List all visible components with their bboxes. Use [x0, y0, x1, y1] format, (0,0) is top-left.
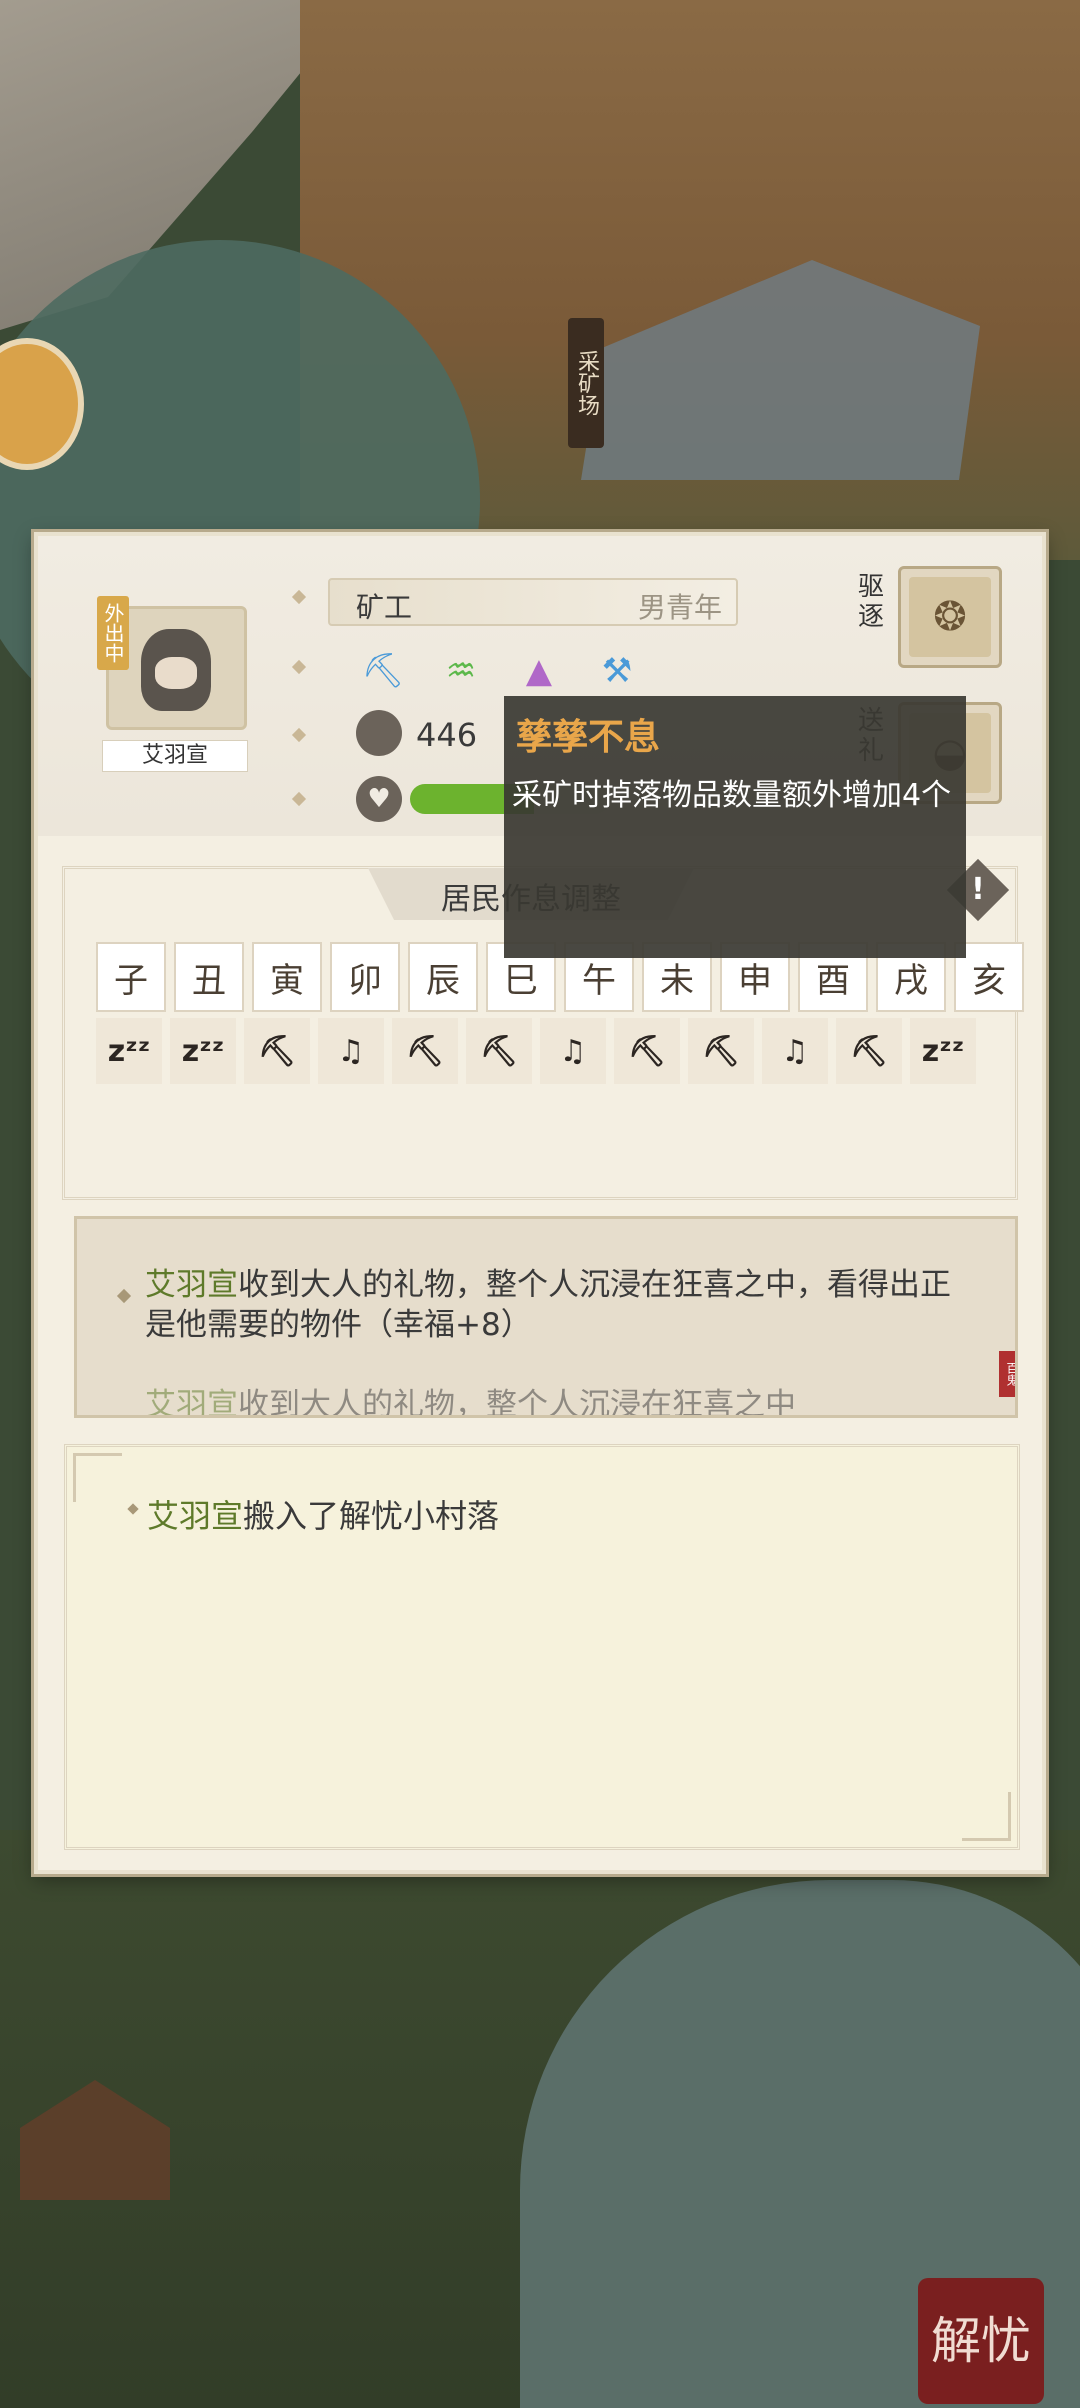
log-entry-text: 搬入了解忧小村落 — [243, 1497, 500, 1535]
tooltip-description: 采矿时掉落物品数量额外增加4个 — [512, 778, 952, 813]
mine-activity-icon[interactable]: ⛏ — [466, 1018, 532, 1084]
hour-cell: 寅 — [252, 942, 322, 1012]
job-bar: 矿工 男青年 — [328, 578, 738, 626]
frame-corner — [73, 1453, 122, 1502]
log-entry-text: 收到大人的礼物，整个人沉浸在狂喜之中，看得出正是他需要的物件（幸福+8） — [145, 1267, 951, 1343]
history-log[interactable]: 艾羽宣搬入了解忧小村落 — [64, 1444, 1020, 1850]
hour-cell: 丑 — [174, 942, 244, 1012]
resident-panel: 外出中 艾羽宣 矿工 男青年 ⛏ ♒ ▲ ⚒ 446 ♥ 驱逐 ❂ 送礼 ◒ 孳… — [34, 532, 1046, 1874]
activity-row: zᶻᶻ zᶻᶻ ⛏ ♫ ⛏ ⛏ ♫ ⛏ ⛏ ♫ ⛏ zᶻᶻ — [96, 1018, 976, 1084]
sleep-activity-icon[interactable]: zᶻᶻ — [96, 1018, 162, 1084]
expel-button[interactable]: ❂ — [898, 566, 1002, 668]
jieyou-seal-button[interactable]: 解忧 — [918, 2278, 1044, 2404]
tooltip-title: 孳孳不息 — [516, 717, 661, 758]
ore-count: 446 — [416, 716, 478, 754]
hour-cell: 辰 — [408, 942, 478, 1012]
mine-activity-icon[interactable]: ⛏ — [614, 1018, 680, 1084]
trait-icons: ⛏ ♒ ▲ ⚒ — [356, 646, 644, 696]
recent-log[interactable]: 艾羽宣收到大人的礼物，整个人沉浸在狂喜之中，看得出正是他需要的物件（幸福+8） … — [74, 1216, 1018, 1418]
mine-activity-icon[interactable]: ⛏ — [836, 1018, 902, 1084]
hour-cell: 子 — [96, 942, 166, 1012]
broom-icon: ❂ — [909, 577, 991, 657]
sleep-activity-icon[interactable]: zᶻᶻ — [910, 1018, 976, 1084]
log-entry-text: 收到大人的礼物，整个人沉浸在狂喜之中 — [238, 1387, 796, 1418]
job-label: 矿工 — [356, 591, 413, 624]
expel-label: 驱逐 — [857, 572, 884, 632]
log-entry: 艾羽宣收到大人的礼物，整个人沉浸在狂喜之中，看得出正是他需要的物件（幸福+8） — [145, 1265, 965, 1345]
seal-label: 解忧 — [931, 2312, 1031, 2370]
leisure-activity-icon[interactable]: ♫ — [540, 1018, 606, 1084]
leisure-activity-icon[interactable]: ♫ — [762, 1018, 828, 1084]
log-entry: 艾羽宣收到大人的礼物，整个人沉浸在狂喜之中 — [145, 1385, 965, 1418]
pickaxe-icon[interactable]: ⛏ — [356, 646, 410, 696]
avatar — [141, 629, 211, 711]
crossed-picks-icon[interactable]: ⚒ — [590, 646, 644, 696]
log-entry-name: 艾羽宣 — [147, 1497, 244, 1535]
sleep-activity-icon[interactable]: zᶻᶻ — [170, 1018, 236, 1084]
mine-activity-icon[interactable]: ⛏ — [688, 1018, 754, 1084]
ore-pile-icon[interactable]: ▲ — [512, 646, 566, 696]
mine-activity-icon[interactable]: ⛏ — [244, 1018, 310, 1084]
heart-icon: ♥ — [356, 776, 402, 822]
frame-corner — [962, 1792, 1011, 1841]
status-badge: 外出中 — [97, 596, 129, 670]
log-bullet — [127, 1503, 139, 1515]
red-stamp: 百鬼 — [999, 1351, 1015, 1397]
resident-name: 艾羽宣 — [102, 740, 248, 772]
ore-icon — [356, 710, 402, 756]
mine-sign: 采矿场 — [568, 318, 604, 448]
log-entry: 艾羽宣搬入了解忧小村落 — [147, 1491, 499, 1537]
mine-activity-icon[interactable]: ⛏ — [392, 1018, 458, 1084]
leisure-activity-icon[interactable]: ♫ — [318, 1018, 384, 1084]
lamp-icon[interactable]: ♒ — [434, 646, 488, 696]
log-entry-name: 艾羽宣 — [145, 1267, 238, 1303]
log-bullet — [116, 1288, 132, 1304]
hour-cell: 卯 — [330, 942, 400, 1012]
trait-tooltip: 孳孳不息 采矿时掉落物品数量额外增加4个 — [504, 696, 966, 958]
gender-age-label: 男青年 — [637, 591, 722, 624]
log-entry-name: 艾羽宣 — [145, 1387, 238, 1418]
